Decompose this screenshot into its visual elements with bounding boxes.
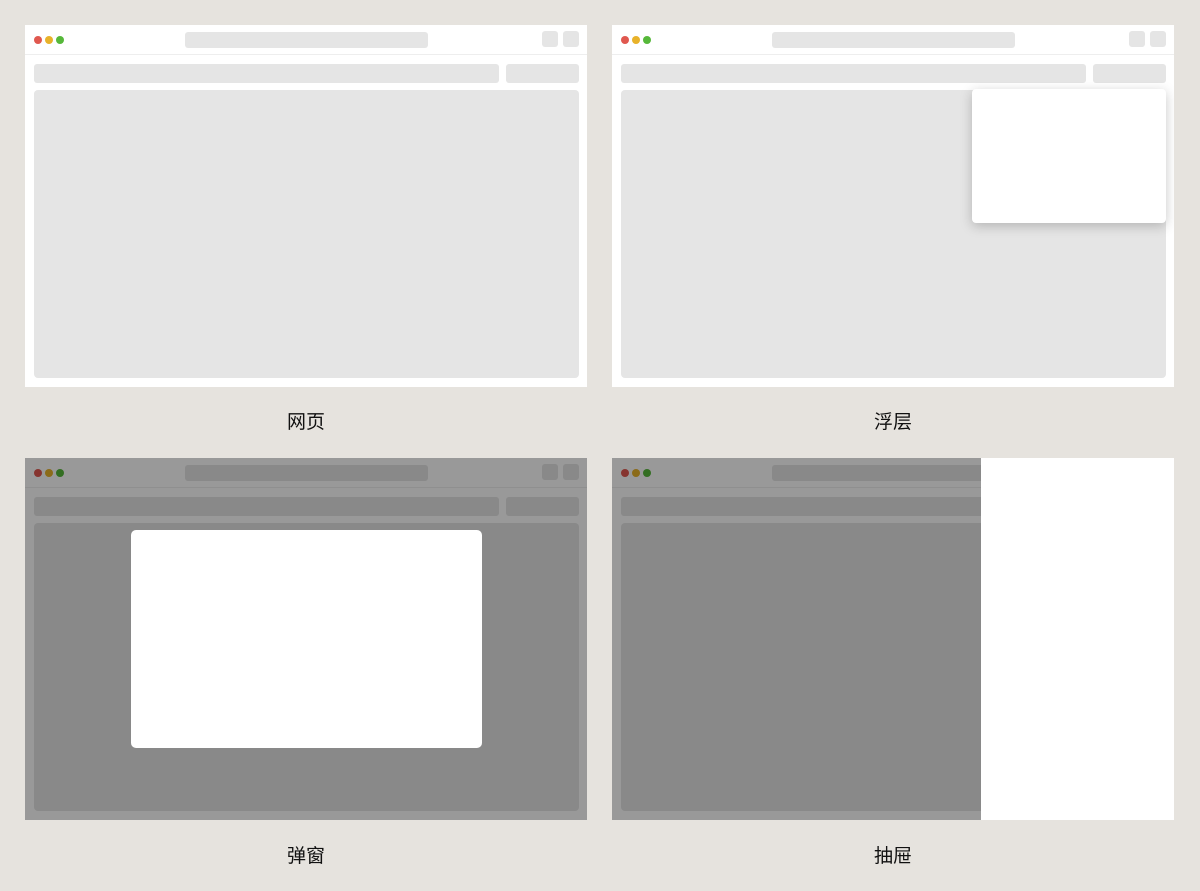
close-dot-icon [34,36,42,44]
toolbar-button-placeholder [1150,31,1166,47]
maximize-dot-icon [643,36,651,44]
webpage-mockup [25,25,587,387]
nav-bar-placeholder [621,64,1086,83]
caption-popover: 浮层 [873,411,912,433]
modal-mockup [25,458,587,820]
toolbar-button-placeholder [542,31,558,47]
window-titlebar [25,25,587,55]
address-bar-placeholder [772,32,1015,48]
toolbar-button-placeholder [1129,31,1145,47]
caption-drawer: 抽屉 [873,845,912,867]
address-bar-placeholder [185,32,428,48]
caption-modal: 弹窗 [286,845,325,867]
nav-button-placeholder [506,64,579,83]
popover-layer [972,89,1166,223]
drawer-mockup [612,458,1174,820]
maximize-dot-icon [56,36,64,44]
popover-mockup [612,25,1174,387]
close-dot-icon [621,36,629,44]
modal-dialog [131,530,482,748]
minimize-dot-icon [632,36,640,44]
window-titlebar [612,25,1174,55]
toolbar-button-placeholder [563,31,579,47]
drawer-panel [981,458,1174,820]
nav-bar-placeholder [34,64,499,83]
content-area-placeholder [34,90,579,378]
caption-webpage: 网页 [286,411,325,433]
minimize-dot-icon [45,36,53,44]
nav-button-placeholder [1093,64,1166,83]
